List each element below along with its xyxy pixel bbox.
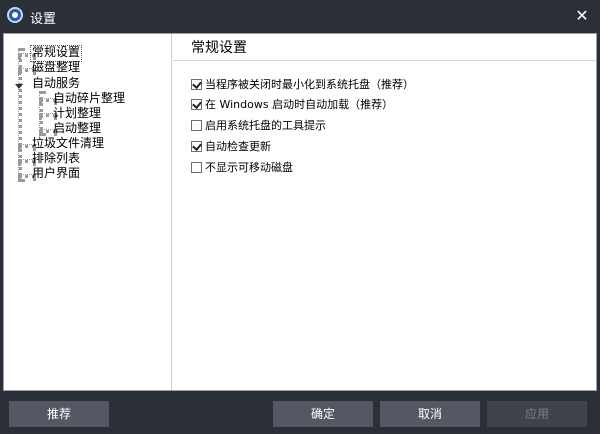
settings-content: 常规设置 磁盘整理 自动服务 自动碎片整理 计划整理 启动整理 垃圾文件清理 排… <box>3 33 597 391</box>
tree-item-auto-defrag[interactable]: 自动碎片整理 <box>53 91 125 106</box>
tree-item-exclusion-list[interactable]: 排除列表 <box>32 151 80 166</box>
tree-item-disk-defrag[interactable]: 磁盘整理 <box>32 60 80 75</box>
option-label: 自动检查更新 <box>205 140 271 153</box>
app-logo-icon <box>7 7 23 23</box>
checkbox[interactable] <box>191 119 202 131</box>
option-label: 在 Windows 启动时自动加载（推荐） <box>205 98 394 111</box>
checkbox[interactable] <box>191 98 202 110</box>
recommend-button[interactable]: 推荐 <box>9 401 109 427</box>
apply-button[interactable]: 应用 <box>487 401 587 427</box>
checkbox[interactable] <box>191 78 202 90</box>
option-tray-tooltips[interactable]: 启用系统托盘的工具提示 <box>191 118 326 134</box>
panel-title: 常规设置 <box>191 40 247 56</box>
tree-item-user-interface[interactable]: 用户界面 <box>32 166 80 181</box>
close-icon[interactable]: ✕ <box>572 6 592 26</box>
settings-tree: 常规设置 磁盘整理 自动服务 自动碎片整理 计划整理 启动整理 垃圾文件清理 排… <box>4 34 172 390</box>
option-minimize-to-tray[interactable]: 当程序被关闭时最小化到系统托盘（推荐） <box>191 77 414 93</box>
option-hide-removable[interactable]: 不显示可移动磁盘 <box>191 160 293 176</box>
tree-item-boot-defrag[interactable]: 启动整理 <box>53 121 101 136</box>
cancel-button[interactable]: 取消 <box>380 401 480 427</box>
option-autostart[interactable]: 在 Windows 启动时自动加载（推荐） <box>191 97 393 113</box>
expand-triangle-icon[interactable] <box>15 84 23 89</box>
panel-divider <box>173 60 596 61</box>
option-label: 不显示可移动磁盘 <box>205 161 293 174</box>
tree-item-auto-service[interactable]: 自动服务 <box>32 76 80 91</box>
checkbox[interactable] <box>191 140 202 152</box>
button-bar: 推荐 确定 取消 应用 <box>0 391 600 434</box>
checkbox[interactable] <box>191 161 202 173</box>
window-title: 设置 <box>30 12 57 27</box>
tree-item-scheduled-defrag[interactable]: 计划整理 <box>53 106 101 121</box>
ok-button[interactable]: 确定 <box>273 401 373 427</box>
option-label: 当程序被关闭时最小化到系统托盘（推荐） <box>205 78 414 91</box>
option-auto-update[interactable]: 自动检查更新 <box>191 139 271 155</box>
tree-item-junk-clean[interactable]: 垃圾文件清理 <box>32 136 104 151</box>
option-label: 启用系统托盘的工具提示 <box>205 119 326 132</box>
title-bar: 设置 ✕ <box>0 0 600 32</box>
